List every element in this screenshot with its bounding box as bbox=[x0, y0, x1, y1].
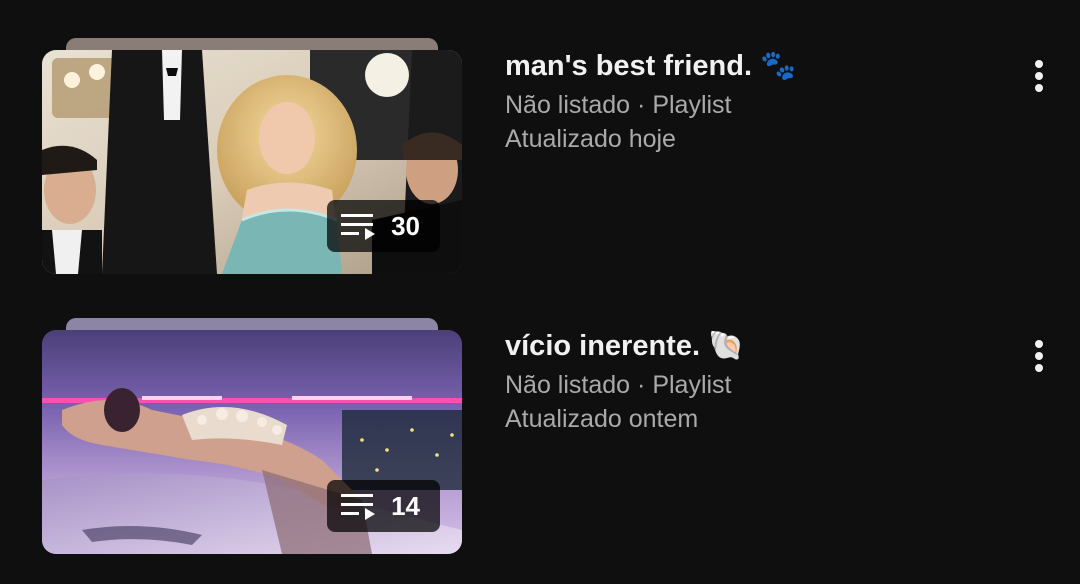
visibility-label: Não listado bbox=[505, 91, 631, 120]
playlist-info[interactable]: man's best friend. 🐾 Não listado · Playl… bbox=[505, 50, 1005, 157]
more-options-button[interactable] bbox=[1022, 334, 1056, 378]
playlist-info[interactable]: vício inerente. 🐚 Não listado · Playlist… bbox=[505, 330, 1005, 437]
more-options-button[interactable] bbox=[1022, 54, 1056, 98]
playlist-item[interactable]: 30 man's best friend. 🐾 Não listado · Pl… bbox=[0, 36, 1080, 286]
playlist-item[interactable]: 14 vício inerente. 🐚 Não listado · Playl… bbox=[0, 316, 1080, 566]
video-count: 14 bbox=[391, 490, 420, 521]
playlist-meta: Não listado · Playlist bbox=[505, 89, 1005, 123]
visibility-label: Não listado bbox=[505, 371, 631, 400]
meta-separator: · bbox=[637, 91, 646, 120]
playlist-title[interactable]: vício inerente. 🐚 bbox=[505, 330, 1005, 363]
video-count-badge: 30 bbox=[327, 200, 440, 252]
playlist-type-label: Playlist bbox=[652, 371, 732, 400]
playlist-type-label: Playlist bbox=[652, 91, 732, 120]
updated-label: Atualizado ontem bbox=[505, 405, 699, 434]
playlist-thumbnail[interactable]: 14 bbox=[42, 330, 462, 554]
playlist-meta: Não listado · Playlist bbox=[505, 369, 1005, 403]
more-vertical-icon bbox=[1035, 340, 1043, 348]
playlist-thumbnail[interactable]: 30 bbox=[42, 50, 462, 274]
updated-label: Atualizado hoje bbox=[505, 125, 676, 154]
video-count-badge: 14 bbox=[327, 480, 440, 532]
playlist-queue-icon bbox=[341, 494, 376, 520]
more-vertical-icon bbox=[1035, 60, 1043, 68]
video-count: 30 bbox=[391, 210, 420, 241]
playlist-queue-icon bbox=[341, 214, 376, 240]
meta-separator: · bbox=[637, 371, 646, 400]
playlist-title[interactable]: man's best friend. 🐾 bbox=[505, 50, 1005, 83]
